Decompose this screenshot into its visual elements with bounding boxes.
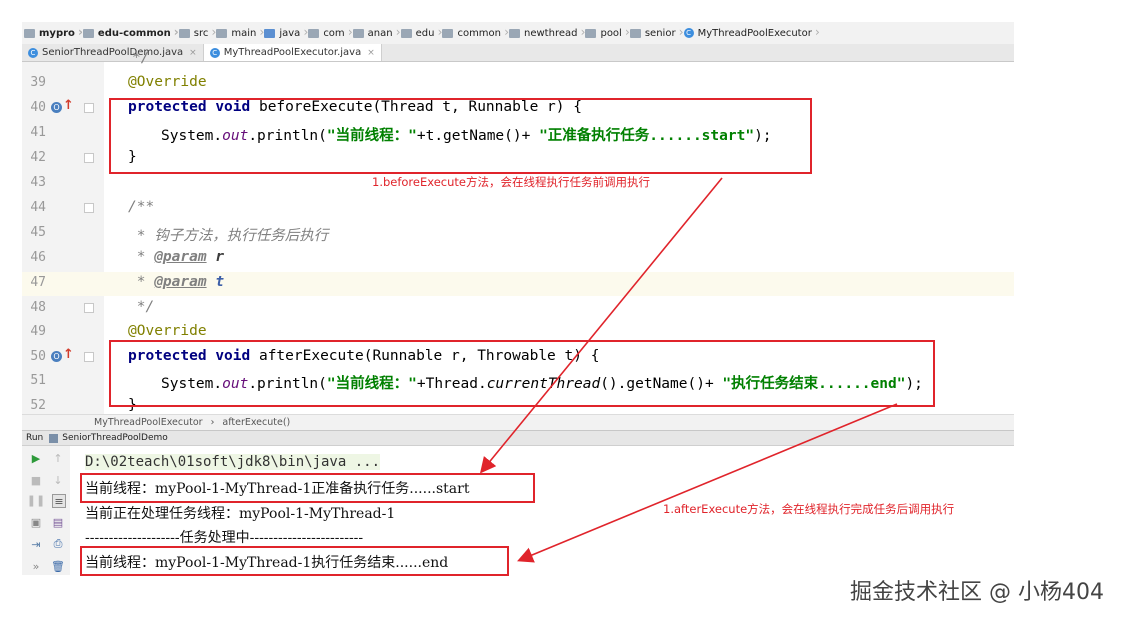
package-icon [585, 28, 597, 38]
soft-wrap-icon[interactable]: ≡ [52, 494, 66, 508]
print-icon[interactable]: ⎙ [52, 537, 64, 550]
fold-icon[interactable] [84, 153, 94, 163]
code-line: */ [132, 50, 150, 66]
watermark: 掘金技术社区 @ 小杨404 [850, 580, 1104, 605]
fold-icon[interactable] [84, 103, 94, 113]
package-icon [308, 28, 320, 38]
arrow-down-icon[interactable]: ↓ [52, 474, 64, 487]
breadcrumb-item-module[interactable]: edu-common › [81, 22, 179, 44]
code-line: 45 * 钩子方法，执行任务后执行 [30, 225, 329, 244]
trash-icon[interactable]: 🗑 [51, 560, 65, 573]
breadcrumb-item[interactable]: src › [177, 22, 216, 44]
code-line-current: 47 * @param t [22, 272, 1014, 296]
run-toolbar: ▶ ↑ ■ ↓ ❚❚ ≡ ▣ ▤ ⇥ ⎙ » 🗑 [22, 446, 71, 575]
folder-icon [24, 28, 35, 38]
console-line: 当前正在处理任务线程：myPool-1-MyThread-1 [85, 506, 396, 522]
code-line: 48 */ [30, 299, 155, 315]
annotation-after-execute: 1.afterExecute方法，会在线程执行完成任务后调用执行 [663, 502, 955, 516]
scroll-to-end-icon[interactable]: ▤ [52, 516, 64, 529]
breadcrumb-item[interactable]: edu › [399, 22, 442, 44]
console-line: --------------------任务处理中---------------… [85, 530, 364, 546]
statusbar-class[interactable]: MyThreadPoolExecutor [94, 417, 203, 428]
breadcrumb-item[interactable]: main › [214, 22, 264, 44]
fold-icon[interactable] [84, 303, 94, 313]
pause-icon[interactable]: ❚❚ [27, 494, 45, 507]
arrow-up-icon[interactable]: ↑ [63, 98, 74, 113]
run-label[interactable]: Run [26, 433, 43, 443]
breadcrumb-item-project[interactable]: mypro › [22, 22, 83, 44]
breadcrumb-item[interactable]: anan › [351, 22, 401, 44]
arrow-up-icon[interactable]: ↑ [63, 347, 74, 362]
highlight-box-before-execute [109, 98, 812, 174]
package-icon [509, 28, 521, 38]
camera-icon[interactable]: ▣ [30, 516, 42, 529]
highlight-box-after-execute [109, 340, 935, 407]
highlight-box-start-output [80, 473, 535, 503]
statusbar-method[interactable]: afterExecute() [222, 417, 290, 428]
package-icon [352, 28, 364, 38]
breadcrumb: mypro › edu-common › src › main › java › com ›… [22, 22, 1014, 45]
breadcrumb-item[interactable]: common › [440, 22, 509, 44]
fold-icon[interactable] [84, 203, 94, 213]
breadcrumb-item[interactable]: pool › [583, 22, 630, 44]
package-icon [400, 28, 412, 38]
login-icon[interactable]: ⇥ [30, 538, 42, 551]
fold-icon[interactable] [84, 352, 94, 362]
class-icon: C [683, 28, 694, 38]
override-icon[interactable]: O [51, 102, 62, 113]
stop-icon[interactable]: ■ [30, 474, 42, 487]
console-line: D:\02teach\01soft\jdk8\bin\java ... [85, 454, 381, 470]
package-icon [442, 28, 454, 38]
run-panel-header: Run SeniorThreadPoolDemo [22, 430, 1014, 446]
source-folder-icon [264, 28, 276, 38]
override-icon[interactable]: O [51, 351, 62, 362]
folder-icon [178, 28, 190, 38]
annotation-before-execute: 1.beforeExecute方法，会在线程执行任务前调用执行 [372, 175, 650, 189]
chevron-double-icon[interactable]: » [30, 560, 42, 573]
folder-icon [216, 28, 228, 38]
arrow-up-icon[interactable]: ↑ [52, 452, 64, 465]
run-config-icon [49, 433, 59, 443]
breadcrumb-item[interactable]: senior › [628, 22, 684, 44]
breadcrumb-item[interactable]: newthread › [507, 22, 585, 44]
editor-breadcrumb-bar: MyThreadPoolExecutor › afterExecute() [22, 414, 1014, 430]
breadcrumb-item[interactable]: java › [262, 22, 308, 44]
package-icon [629, 28, 641, 38]
breadcrumb-item-class[interactable]: C MyThreadPoolExecutor › [682, 22, 820, 44]
code-line: 39 @Override [30, 74, 207, 90]
code-line: 46 * @param r [30, 249, 225, 265]
run-config-name[interactable]: SeniorThreadPoolDemo [62, 433, 168, 443]
highlight-box-end-output [80, 546, 509, 576]
rerun-icon[interactable]: ▶ [30, 452, 42, 465]
folder-icon [82, 28, 94, 38]
code-line: 44 /** [30, 199, 155, 215]
breadcrumb-item[interactable]: com › [306, 22, 353, 44]
